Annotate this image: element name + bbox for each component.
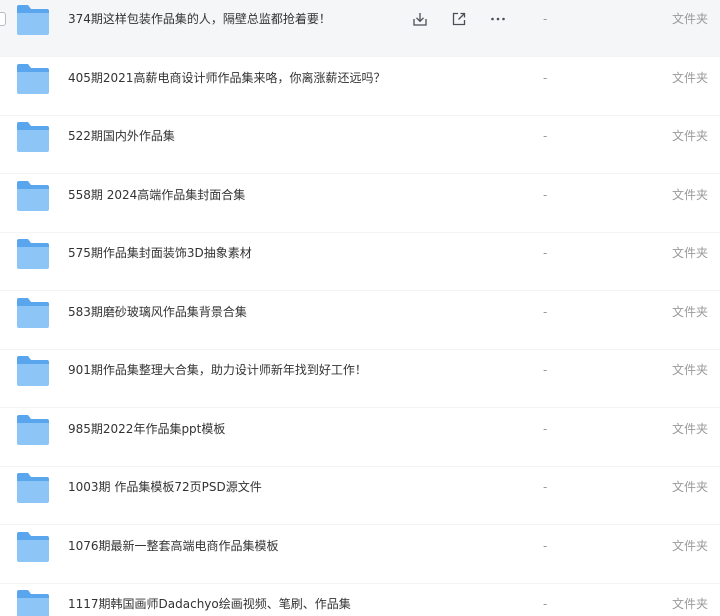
file-name-link[interactable]: 558期 2024高端作品集封面合集	[68, 185, 245, 205]
file-size: -	[543, 363, 548, 377]
file-name-link[interactable]: 522期国内外作品集	[68, 126, 175, 146]
file-type: 文件夹	[672, 480, 709, 494]
file-size: -	[543, 597, 548, 611]
file-row[interactable]: 1003期 作品集模板72页PSD源文件 - 文件夹	[0, 467, 720, 525]
file-size: -	[543, 421, 548, 436]
folder-icon	[15, 529, 51, 563]
more-icon[interactable]	[488, 9, 508, 29]
file-type: 文件夹	[672, 129, 709, 143]
file-type: 文件夹	[672, 246, 709, 260]
file-row[interactable]: 522期国内外作品集 - 文件夹	[0, 116, 720, 174]
file-row[interactable]: 1076期最新一整套高端电商作品集模板 - 文件夹	[0, 526, 720, 584]
file-size: -	[543, 538, 548, 553]
download-icon[interactable]	[410, 9, 430, 29]
file-list: 374期这样包装作品集的人，隔壁总监都抢着要！ - 文件夹 405期2021高薪…	[0, 0, 720, 616]
folder-icon	[15, 412, 51, 446]
file-name-link[interactable]: 901期作品集整理大合集，助力设计师新年找到好工作！	[68, 360, 367, 380]
file-type: 文件夹	[672, 538, 709, 553]
row-actions	[410, 9, 508, 29]
folder-icon	[15, 2, 51, 36]
file-type: 文件夹	[672, 304, 709, 319]
folder-icon	[15, 119, 51, 153]
file-row[interactable]: 575期作品集封面装饰3D抽象素材 - 文件夹	[0, 233, 720, 291]
file-size: -	[543, 70, 548, 85]
folder-icon	[15, 178, 51, 212]
folder-icon	[15, 236, 51, 270]
file-name-link[interactable]: 1117期韩国画师Dadachyo绘画视频、笔刷、作品集	[68, 594, 351, 614]
file-type: 文件夹	[672, 187, 709, 202]
file-size: -	[543, 246, 548, 260]
file-size: -	[543, 304, 548, 319]
file-type: 文件夹	[672, 421, 709, 436]
file-row[interactable]: 1117期韩国画师Dadachyo绘画视频、笔刷、作品集 - 文件夹	[0, 584, 720, 616]
file-name-link[interactable]: 1003期 作品集模板72页PSD源文件	[68, 477, 262, 497]
file-row[interactable]: 901期作品集整理大合集，助力设计师新年找到好工作！ - 文件夹	[0, 350, 720, 408]
file-name-link[interactable]: 575期作品集封面装饰3D抽象素材	[68, 243, 252, 263]
file-row[interactable]: 558期 2024高端作品集封面合集 - 文件夹	[0, 175, 720, 233]
file-row[interactable]: 583期磨砂玻璃风作品集背景合集 - 文件夹	[0, 292, 720, 350]
file-type: 文件夹	[672, 597, 709, 611]
folder-icon	[15, 587, 51, 616]
folder-icon	[15, 470, 51, 504]
share-icon[interactable]	[449, 9, 469, 29]
file-type: 文件夹	[672, 12, 709, 26]
file-size: -	[543, 129, 548, 143]
file-size: -	[543, 480, 548, 494]
row-checkbox[interactable]	[0, 12, 6, 26]
file-row[interactable]: 405期2021高薪电商设计师作品集来咯，你离涨薪还远吗？ - 文件夹	[0, 58, 720, 116]
folder-icon	[15, 61, 51, 95]
file-row[interactable]: 374期这样包装作品集的人，隔壁总监都抢着要！ - 文件夹	[0, 0, 720, 57]
file-name-link[interactable]: 374期这样包装作品集的人，隔壁总监都抢着要！	[68, 9, 331, 29]
file-row[interactable]: 985期2022年作品集ppt模板 - 文件夹	[0, 409, 720, 467]
folder-icon	[15, 295, 51, 329]
file-name-link[interactable]: 583期磨砂玻璃风作品集背景合集	[68, 302, 247, 322]
file-size: -	[543, 187, 548, 202]
file-name-link[interactable]: 1076期最新一整套高端电商作品集模板	[68, 536, 279, 556]
folder-icon	[15, 353, 51, 387]
file-type: 文件夹	[672, 70, 709, 85]
file-type: 文件夹	[672, 363, 709, 377]
file-name-link[interactable]: 985期2022年作品集ppt模板	[68, 419, 225, 439]
file-name-link[interactable]: 405期2021高薪电商设计师作品集来咯，你离涨薪还远吗？	[68, 68, 385, 88]
file-size: -	[543, 12, 548, 26]
